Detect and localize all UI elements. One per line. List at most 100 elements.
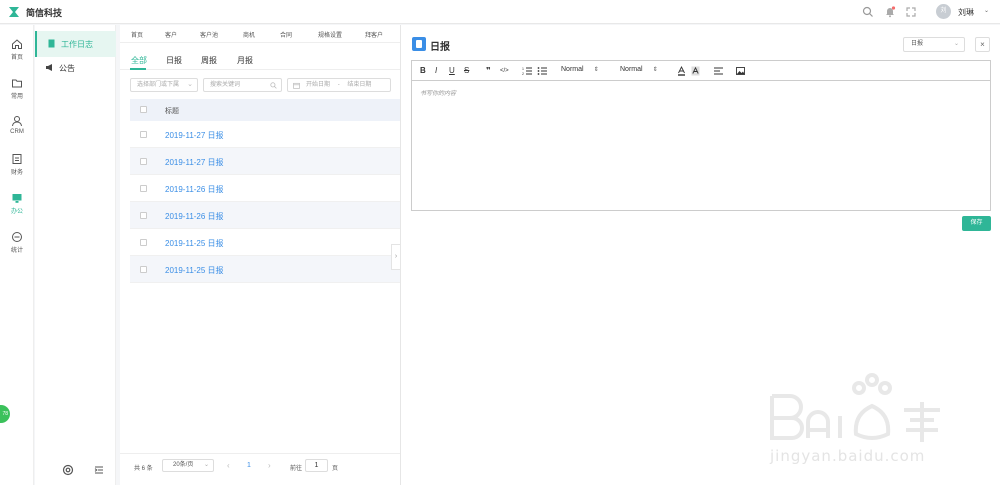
bell-icon[interactable] xyxy=(884,6,896,18)
row-title-link[interactable]: 2019-11-25 日报 xyxy=(165,238,224,249)
filter-bar: 选择部门或下属 ⌄ 搜索关键词 开始日期 - 结束日期 xyxy=(120,78,400,94)
blockquote-button[interactable]: ❞ xyxy=(486,66,491,76)
table-row[interactable]: 2019-11-26 日报 xyxy=(130,202,400,229)
total-count: 共 6 条 xyxy=(134,466,153,472)
date-range-picker[interactable]: 开始日期 - 结束日期 xyxy=(287,78,391,92)
size-select-value: Normal xyxy=(620,66,643,73)
save-button[interactable]: 保存 xyxy=(962,216,991,231)
editor-toolbar: B I U S ❞ </> 12 Normal ⇕ Normal ⇕ xyxy=(412,61,990,81)
chevron-down-icon[interactable]: ⌄ xyxy=(984,7,989,14)
next-page-icon[interactable]: › xyxy=(268,461,271,470)
avatar[interactable]: 刘 xyxy=(936,4,951,19)
prev-page-icon[interactable]: ‹ xyxy=(227,461,230,470)
table-row[interactable]: 2019-11-26 日报 xyxy=(130,175,400,202)
panel-collapse-handle[interactable]: › xyxy=(391,244,400,270)
goto-page-input[interactable]: 1 xyxy=(305,459,328,472)
dept-select[interactable]: 选择部门或下属 ⌄ xyxy=(130,78,198,92)
underline-button[interactable]: U xyxy=(449,66,455,76)
image-icon[interactable] xyxy=(736,66,745,76)
crumb-item[interactable]: 商机 xyxy=(243,30,255,39)
row-title-link[interactable]: 2019-11-26 日报 xyxy=(165,184,224,195)
close-button[interactable]: × xyxy=(975,37,990,52)
current-page[interactable]: 1 xyxy=(247,462,251,469)
background-color-icon[interactable] xyxy=(691,66,700,76)
row-checkbox[interactable] xyxy=(140,212,147,219)
folder-icon xyxy=(12,79,22,88)
svg-text:1: 1 xyxy=(522,67,524,71)
crumb-item[interactable]: 客户 xyxy=(165,30,177,39)
row-title-link[interactable]: 2019-11-25 日报 xyxy=(165,265,224,276)
tab-all[interactable]: 全部 xyxy=(131,55,147,66)
report-type-select[interactable]: 日报 ⌄ xyxy=(903,37,965,52)
subnav-item-label: 工作日志 xyxy=(61,40,93,49)
table-row[interactable]: 2019-11-25 日报 xyxy=(130,229,400,256)
header-select[interactable]: Normal ⇕ xyxy=(561,66,599,73)
collapse-menu-icon[interactable] xyxy=(93,464,105,476)
report-type-value: 日报 xyxy=(911,41,924,47)
row-title-link[interactable]: 2019-11-27 日报 xyxy=(165,130,224,141)
page-size-select[interactable]: 20条/页 ⌄ xyxy=(162,459,214,472)
goto-label: 前往 xyxy=(290,466,303,472)
finance-icon xyxy=(12,154,22,164)
row-checkbox[interactable] xyxy=(140,185,147,192)
editor-placeholder[interactable]: 书写你的内容 xyxy=(420,88,456,97)
rail-item-home[interactable]: 首页 xyxy=(0,38,34,61)
date-start-placeholder: 开始日期 xyxy=(306,82,331,88)
rail-item-finance[interactable]: 财务 xyxy=(0,153,34,176)
date-separator: - xyxy=(337,82,340,88)
row-title-link[interactable]: 2019-11-27 日报 xyxy=(165,157,224,168)
chevron-down-icon: ⌄ xyxy=(187,81,193,88)
chevron-down-icon: ⌄ xyxy=(203,462,209,468)
font-color-icon[interactable] xyxy=(677,66,686,76)
table-row[interactable]: 2019-11-27 日报 xyxy=(130,148,400,175)
crumb-item[interactable]: 客户池 xyxy=(200,30,218,39)
code-block-button[interactable]: </> xyxy=(500,66,509,76)
rail-item-label: 常用 xyxy=(10,94,23,100)
user-name[interactable]: 刘琳 xyxy=(958,7,974,18)
user-icon xyxy=(12,116,22,127)
row-checkbox[interactable] xyxy=(140,266,147,273)
stats-icon xyxy=(12,232,22,242)
table-row[interactable]: 2019-11-25 日报 xyxy=(130,256,400,283)
table-header: 标题 xyxy=(130,99,400,121)
settings-icon[interactable] xyxy=(62,464,74,476)
row-checkbox[interactable] xyxy=(140,239,147,246)
row-checkbox[interactable] xyxy=(140,158,147,165)
align-icon[interactable] xyxy=(714,66,723,76)
rail-item-label: 统计 xyxy=(10,248,23,254)
bullet-list-icon[interactable] xyxy=(537,66,547,76)
subnav-item-label: 公告 xyxy=(59,64,75,73)
row-checkbox[interactable] xyxy=(140,131,147,138)
crumb-item[interactable]: 合同 xyxy=(280,30,292,39)
tab-monthly[interactable]: 月报 xyxy=(237,55,253,66)
tab-daily[interactable]: 日报 xyxy=(166,55,182,66)
search-icon xyxy=(270,82,277,89)
dept-select-placeholder: 选择部门或下属 xyxy=(137,82,180,88)
rail-item-crm[interactable]: CRM xyxy=(0,115,34,135)
select-all-checkbox[interactable] xyxy=(140,106,147,113)
fullscreen-icon[interactable] xyxy=(905,6,917,18)
rail-item-common[interactable]: 常用 xyxy=(0,77,34,100)
rail-item-office[interactable]: 办公 xyxy=(0,192,34,215)
row-title-link[interactable]: 2019-11-26 日报 xyxy=(165,211,224,222)
crumb-item[interactable]: 拜客户 xyxy=(365,30,383,39)
report-tabs: 全部 日报 周报 月报 xyxy=(120,52,400,70)
tab-weekly[interactable]: 周报 xyxy=(201,55,217,66)
rich-text-editor: B I U S ❞ </> 12 Normal ⇕ Normal ⇕ 书写你的内容 xyxy=(411,60,991,211)
megaphone-icon xyxy=(46,64,52,71)
calendar-icon xyxy=(293,82,300,89)
bold-button[interactable]: B xyxy=(420,66,426,76)
subnav-item-notice[interactable]: 公告 xyxy=(35,55,116,81)
search-icon[interactable] xyxy=(862,6,874,18)
strike-button[interactable]: S xyxy=(464,66,469,76)
size-select[interactable]: Normal ⇕ xyxy=(620,66,658,73)
crumb-item[interactable]: 规格设置 xyxy=(318,30,342,39)
crumb-item[interactable]: 首页 xyxy=(131,30,143,39)
rail-item-stats[interactable]: 统计 xyxy=(0,231,34,254)
table-row[interactable]: 2019-11-27 日报 xyxy=(130,121,400,148)
italic-button[interactable]: I xyxy=(435,66,437,76)
keyword-search-input[interactable]: 搜索关键词 xyxy=(203,78,282,92)
ordered-list-icon[interactable]: 12 xyxy=(522,66,532,76)
subnav-item-work-log[interactable]: 工作日志 xyxy=(35,31,116,57)
sub-nav: 工作日志 公告 xyxy=(35,25,116,485)
